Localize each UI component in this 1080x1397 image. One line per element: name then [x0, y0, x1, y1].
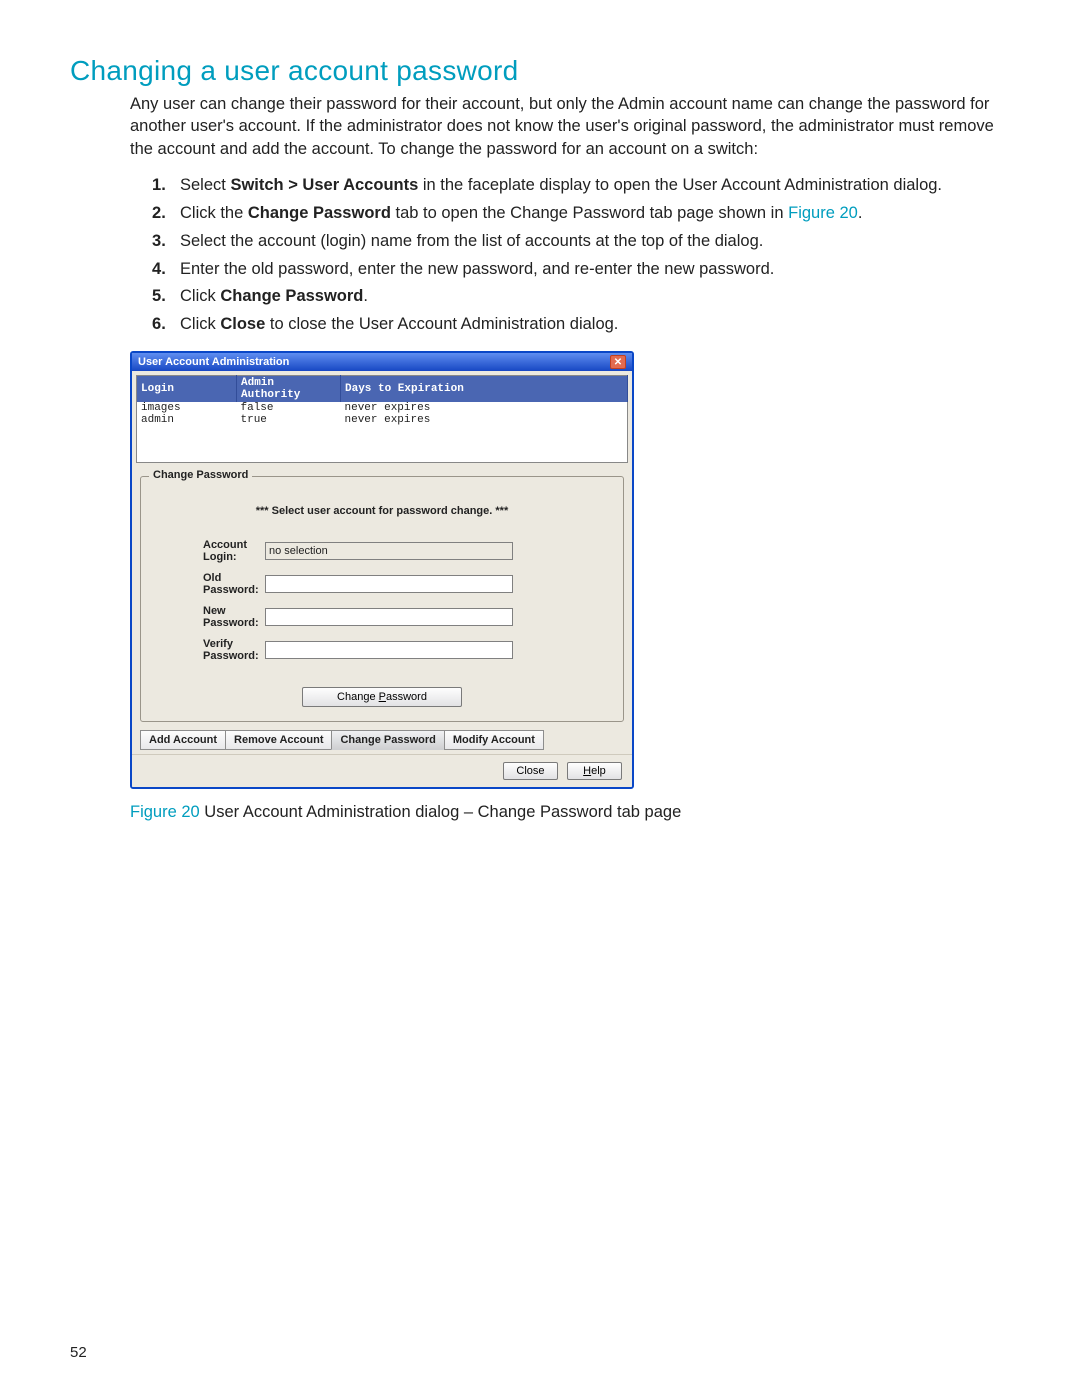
accounts-table[interactable]: Login Admin Authority Days to Expiration…	[136, 375, 628, 463]
dialog-tabs: Add Account Remove Account Change Passwo…	[140, 730, 624, 750]
tab-remove-account[interactable]: Remove Account	[225, 730, 332, 750]
label-new-password: New Password:	[153, 605, 265, 629]
close-icon[interactable]: ✕	[610, 355, 626, 369]
section-heading: Changing a user account password	[70, 55, 1010, 87]
dialog-titlebar: User Account Administration ✕	[132, 353, 632, 371]
close-button[interactable]: Close	[503, 762, 558, 780]
figure-caption: Figure 20 User Account Administration di…	[130, 803, 1010, 822]
groupbox-title: Change Password	[149, 469, 252, 481]
select-account-hint: *** Select user account for password cha…	[153, 505, 611, 517]
intro-paragraph: Any user can change their password for t…	[130, 93, 1010, 160]
steps-list: Select Switch > User Accounts in the fac…	[140, 174, 1010, 338]
step-3: Select the account (login) name from the…	[180, 230, 1010, 254]
label-account-login: Account Login:	[153, 539, 265, 563]
step-2: Click the Change Password tab to open th…	[180, 202, 1010, 226]
account-login-field[interactable]: no selection	[265, 542, 513, 560]
table-row[interactable]: admintruenever expires	[137, 414, 628, 463]
col-login[interactable]: Login	[137, 376, 237, 403]
help-button[interactable]: Help	[567, 762, 622, 780]
verify-password-input[interactable]	[265, 641, 513, 659]
tab-change-password[interactable]: Change Password	[331, 730, 444, 750]
tab-add-account[interactable]: Add Account	[140, 730, 226, 750]
figure-link[interactable]: Figure 20	[788, 204, 858, 222]
table-row[interactable]: imagesfalsenever expires	[137, 402, 628, 414]
dialog-title-text: User Account Administration	[138, 356, 289, 368]
step-6: Click Close to close the User Account Ad…	[180, 313, 1010, 337]
old-password-input[interactable]	[265, 575, 513, 593]
col-days[interactable]: Days to Expiration	[341, 376, 628, 403]
step-1: Select Switch > User Accounts in the fac…	[180, 174, 1010, 198]
new-password-input[interactable]	[265, 608, 513, 626]
step-4: Enter the old password, enter the new pa…	[180, 258, 1010, 282]
label-old-password: Old Password:	[153, 572, 265, 596]
label-verify-password: Verify Password:	[153, 638, 265, 662]
user-account-admin-dialog: User Account Administration ✕ Login Admi…	[130, 351, 634, 789]
change-password-button[interactable]: Change Password	[302, 687, 462, 707]
step-5: Click Change Password.	[180, 285, 1010, 309]
change-password-groupbox: Change Password *** Select user account …	[140, 476, 624, 722]
page-number: 52	[70, 1344, 87, 1361]
tab-modify-account[interactable]: Modify Account	[444, 730, 544, 750]
col-admin[interactable]: Admin Authority	[237, 376, 341, 403]
